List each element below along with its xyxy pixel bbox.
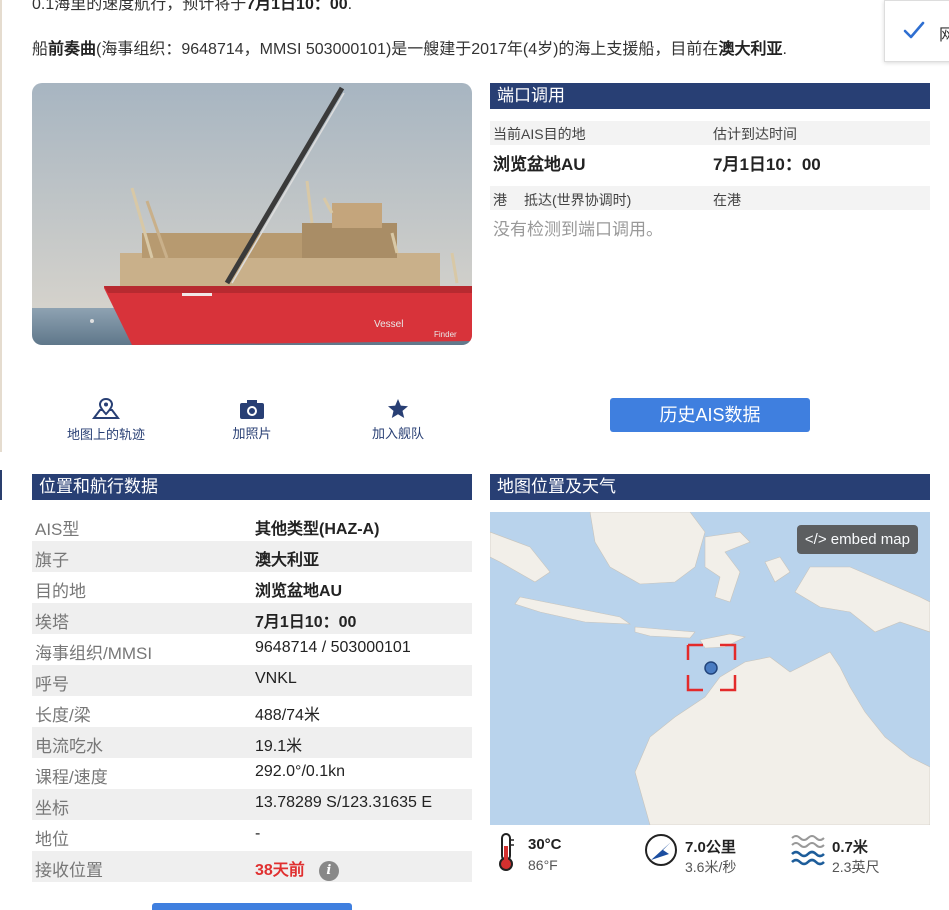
table-row: 接收位置 38天前 i bbox=[32, 851, 472, 882]
summary-period: . bbox=[347, 0, 353, 13]
camera-icon bbox=[240, 400, 264, 419]
vessel-map[interactable]: </> embed map bbox=[490, 512, 930, 825]
row-value: 浏览盆地AU bbox=[255, 583, 343, 600]
wind-speed-kmh: 7.0公里 bbox=[685, 839, 736, 856]
ais-destination-value: 浏览盆地AU bbox=[493, 155, 586, 174]
summary-text: 0.1海里的速度航行，预计将于 bbox=[32, 0, 247, 13]
row-key: 埃塔 bbox=[35, 613, 69, 632]
table-row: 电流吃水 19.1米 bbox=[32, 727, 472, 758]
row-value: 488/74米 bbox=[255, 707, 320, 724]
add-photo-button[interactable]: 加照片 bbox=[214, 398, 290, 442]
notification-text: 网 bbox=[939, 27, 949, 44]
desc-prefix: 船 bbox=[32, 41, 49, 58]
add-to-fleet-button[interactable]: 加入舰队 bbox=[360, 398, 436, 442]
table-row: 目的地 浏览盆地AU bbox=[32, 572, 472, 603]
temp-celsius: 30°C bbox=[528, 836, 562, 853]
summary-eta: 7月1日10：00 bbox=[246, 0, 348, 13]
desc-end: . bbox=[782, 41, 787, 58]
wave-widget: 0.7米 2.3英尺 bbox=[790, 832, 879, 875]
photo-watermark-2: Finder bbox=[434, 330, 457, 339]
row-value: 9648714 / 503000101 bbox=[255, 639, 411, 656]
table-row: 埃塔 7月1日10：00 bbox=[32, 603, 472, 634]
row-value: VNKL bbox=[255, 670, 297, 687]
row-value: 7月1日10：00 bbox=[255, 614, 357, 631]
wind-speed-ms: 3.6米/秒 bbox=[685, 859, 737, 875]
row-value: 38天前 i bbox=[255, 856, 339, 881]
row-key: 课程/速度 bbox=[35, 768, 108, 787]
vessel-description: 船前奏曲(海事组织：9648714，MMSI 503000101)是一艘建于20… bbox=[32, 35, 787, 59]
ais-destination-label: 当前AIS目的地 bbox=[493, 126, 586, 142]
wind-widget: 7.0公里 3.6米/秒 bbox=[643, 832, 736, 875]
port-label: 港 bbox=[493, 192, 507, 208]
map-weather-header: 地图位置及天气 bbox=[490, 474, 930, 500]
left-edge-strip bbox=[0, 0, 2, 452]
table-row: 坐标 13.78289 S/123.31635 E bbox=[32, 789, 472, 820]
row-key: 坐标 bbox=[35, 799, 69, 818]
row-value: 292.0°/0.1kn bbox=[255, 763, 346, 780]
desc-middle: (海事组织：9648714，MMSI 503000101)是一艘建于2017年(… bbox=[96, 41, 719, 58]
position-header: 位置和航行数据 bbox=[32, 474, 472, 500]
row-key: 目的地 bbox=[35, 582, 86, 601]
table-row: 课程/速度 292.0°/0.1kn bbox=[32, 758, 472, 789]
row-value: 澳大利亚 bbox=[255, 552, 320, 569]
no-port-calls-text: 没有检测到端口调用。 bbox=[493, 220, 663, 239]
track-on-map-label: 地图上的轨迹 bbox=[66, 427, 145, 442]
temp-fahrenheit: 86°F bbox=[528, 857, 558, 873]
row-key: 海事组织/MMSI bbox=[35, 644, 153, 663]
row-key: 接收位置 bbox=[35, 861, 103, 880]
photo-watermark: Vessel bbox=[374, 319, 403, 330]
notification-popup[interactable]: 网 bbox=[884, 0, 949, 62]
track-on-map-button[interactable]: 地图上的轨迹 bbox=[58, 397, 154, 443]
check-icon bbox=[903, 21, 925, 39]
vessel-name: 前奏曲 bbox=[48, 41, 97, 58]
table-row: 地位 - bbox=[32, 820, 472, 851]
wind-direction-icon bbox=[645, 834, 677, 866]
wave-icon bbox=[791, 835, 825, 866]
port-call-header: 端口调用 bbox=[490, 83, 930, 109]
temperature-widget: 30°C 86°F bbox=[495, 832, 562, 877]
last-received-value: 38天前 bbox=[255, 862, 305, 879]
row-key: 呼号 bbox=[35, 675, 69, 694]
embed-map-button[interactable]: </> embed map bbox=[796, 525, 918, 554]
vessel-photo-image: Vessel Finder bbox=[32, 83, 472, 345]
table-row: 呼号 VNKL bbox=[32, 665, 472, 696]
thermometer-icon bbox=[499, 833, 514, 871]
wave-height-ft: 2.3英尺 bbox=[832, 859, 880, 875]
in-port-label: 在港 bbox=[713, 192, 741, 208]
eta-value: 7月1日10：00 bbox=[713, 155, 821, 174]
row-value: 其他类型(HAZ-A) bbox=[255, 521, 380, 538]
row-value: 13.78289 S/123.31635 E bbox=[255, 794, 433, 811]
row-key: 长度/梁 bbox=[35, 706, 91, 725]
row-key: 地位 bbox=[35, 830, 69, 849]
vessel-country: 澳大利亚 bbox=[718, 41, 783, 58]
ais-history-button[interactable]: 历史AIS数据 bbox=[610, 398, 810, 432]
left-edge-strip-dark bbox=[0, 470, 2, 500]
eta-label: 估计到达时间 bbox=[713, 126, 797, 142]
add-to-fleet-label: 加入舰队 bbox=[371, 426, 424, 441]
vessel-marker[interactable] bbox=[704, 661, 718, 675]
bottom-blue-button[interactable] bbox=[152, 903, 352, 910]
position-table: AIS型 其他类型(HAZ-A) 旗子 澳大利亚 目的地 浏览盆地AU 埃塔 7月1日1… bbox=[32, 510, 472, 882]
vessel-photo[interactable]: Vessel Finder bbox=[32, 83, 472, 345]
row-key: AIS型 bbox=[35, 520, 80, 539]
map-image bbox=[490, 512, 930, 825]
table-row: 海事组织/MMSI 9648714 / 503000101 bbox=[32, 634, 472, 665]
row-value: 19.1米 bbox=[255, 738, 303, 755]
wave-height-m: 0.7米 bbox=[832, 839, 868, 856]
info-icon[interactable]: i bbox=[318, 860, 339, 881]
add-photo-label: 加照片 bbox=[232, 426, 272, 441]
voyage-summary-line: 0.1海里的速度航行，预计将于7月1日10：00. bbox=[32, 0, 352, 14]
row-key: 旗子 bbox=[35, 551, 69, 570]
row-value: - bbox=[255, 825, 261, 842]
table-row: 长度/梁 488/74米 bbox=[32, 696, 472, 727]
arrival-label: 抵达(世界协调时) bbox=[524, 192, 632, 208]
star-icon bbox=[388, 399, 408, 418]
row-key: 电流吃水 bbox=[35, 737, 103, 756]
map-pin-icon bbox=[92, 397, 120, 419]
table-row: 旗子 澳大利亚 bbox=[32, 541, 472, 572]
table-row: AIS型 其他类型(HAZ-A) bbox=[32, 510, 472, 541]
